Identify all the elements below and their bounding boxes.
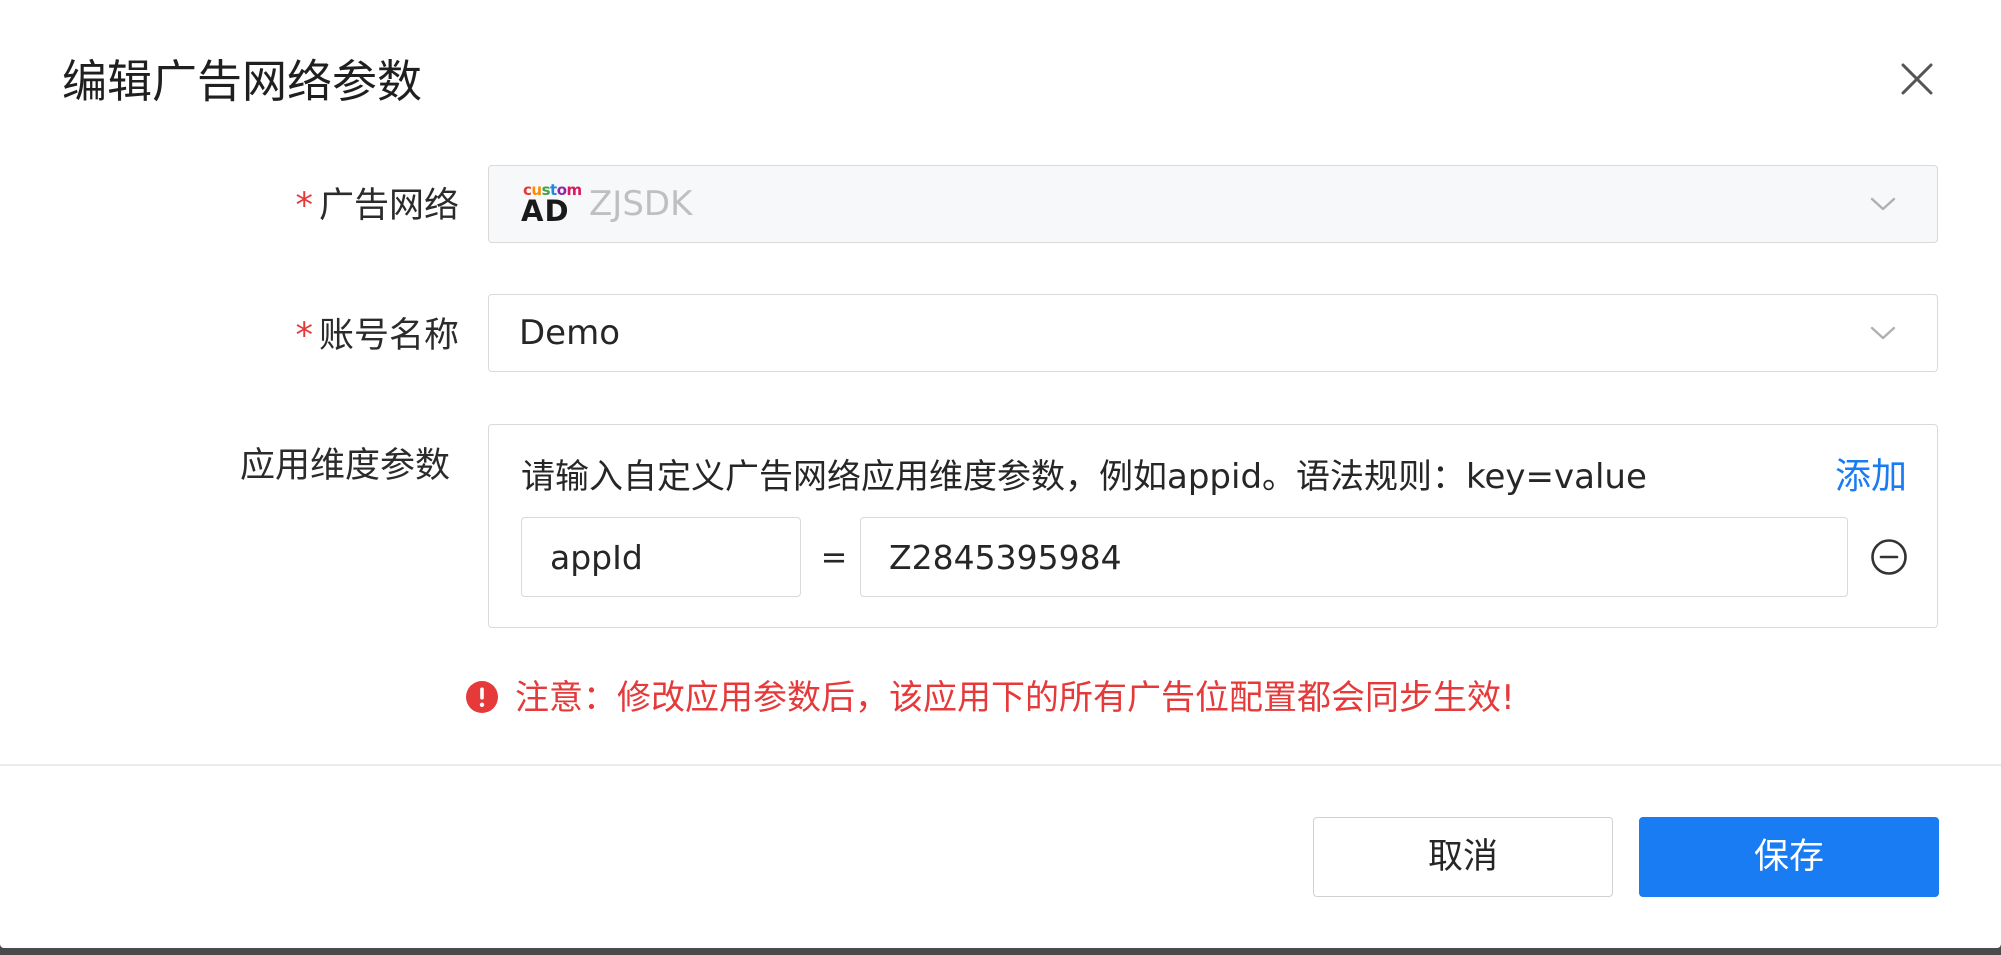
account-name-select[interactable]: Demo [488, 294, 1938, 372]
account-name-label: * 账号名称 [295, 312, 459, 360]
custom-ad-logo: custom AD [521, 182, 582, 228]
close-button[interactable] [1893, 55, 1941, 103]
edit-ad-network-dialog: 编辑广告网络参数 * 广告网络 custom AD ZJSDK * 账号名称 Dem… [0, 0, 2001, 948]
chevron-down-icon [1869, 321, 1897, 345]
param-key-input[interactable] [521, 517, 801, 597]
chevron-down-icon [1869, 192, 1897, 216]
param-value-input[interactable] [860, 517, 1848, 597]
close-icon [1901, 63, 1933, 95]
cancel-button[interactable]: 取消 [1313, 817, 1613, 897]
save-button[interactable]: 保存 [1639, 817, 1939, 897]
add-param-link[interactable]: 添加 [1835, 453, 1907, 501]
required-mark: * [295, 186, 313, 226]
account-name-value: Demo [519, 313, 621, 353]
ad-network-label: * 广告网络 [295, 182, 459, 230]
ad-network-select[interactable]: custom AD ZJSDK [488, 165, 1938, 243]
footer-divider [0, 764, 2001, 766]
app-params-box: 请输入自定义广告网络应用维度参数，例如appid。语法规则：key=value … [488, 424, 1938, 628]
app-params-hint: 请输入自定义广告网络应用维度参数，例如appid。语法规则：key=value [521, 457, 1647, 497]
custom-ad-logo-bottom: AD [521, 194, 570, 228]
param-separator: = [820, 538, 848, 576]
minus-circle-icon [1871, 539, 1907, 575]
warning-text: 注意：修改应用参数后，该应用下的所有广告位配置都会同步生效! [515, 678, 1515, 718]
exclamation-circle-icon [465, 680, 499, 714]
ad-network-label-text: 广告网络 [318, 186, 459, 226]
app-params-label: 应用维度参数 [239, 446, 450, 486]
required-mark: * [295, 316, 313, 356]
ad-network-value: ZJSDK [589, 184, 693, 224]
account-name-label-text: 账号名称 [318, 316, 459, 356]
dialog-title: 编辑广告网络参数 [62, 55, 423, 108]
remove-param-button[interactable] [1869, 537, 1909, 577]
